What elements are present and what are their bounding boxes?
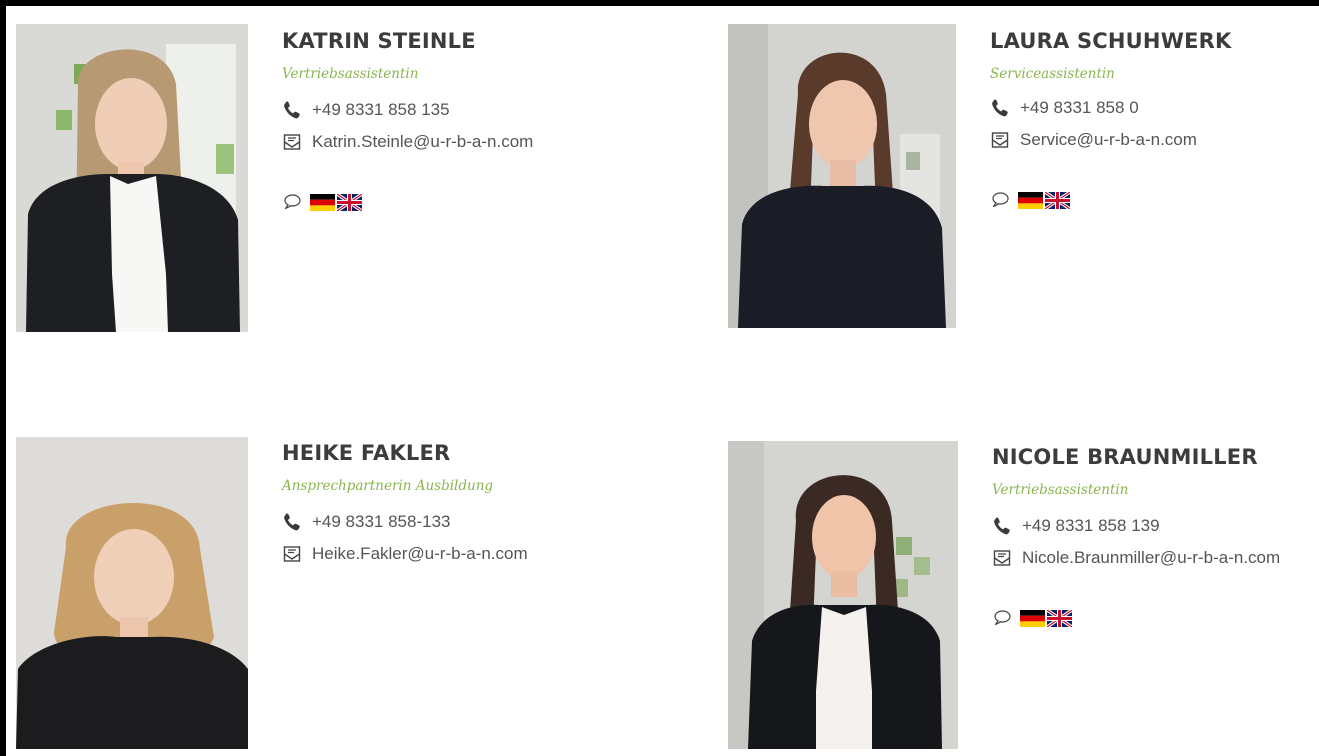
- speech-bubble-icon: [992, 608, 1012, 628]
- team-member-role: Vertriebsassistentin: [992, 482, 1129, 498]
- team-member-name: LAURA SCHUHWERK: [990, 29, 1232, 53]
- team-page: KATRIN STEINLE Vertriebsassistentin +49 …: [6, 6, 1319, 756]
- email-address[interactable]: Heike.Fakler@u-r-b-a-n.com: [312, 544, 528, 564]
- phone-icon: [990, 98, 1010, 118]
- uk-flag-icon: [337, 194, 362, 211]
- phone-number[interactable]: +49 8331 858 135: [312, 100, 450, 120]
- email-address[interactable]: Katrin.Steinle@u-r-b-a-n.com: [312, 132, 533, 152]
- team-member-role: Ansprechpartnerin Ausbildung: [282, 478, 494, 494]
- team-member-name: HEIKE FAKLER: [282, 441, 451, 465]
- envelope-icon: [282, 544, 302, 564]
- language-list: [992, 608, 1280, 628]
- phone-row[interactable]: +49 8331 858 0: [990, 98, 1231, 118]
- team-member-photo: [16, 24, 248, 332]
- envelope-icon: [992, 548, 1012, 568]
- german-flag-icon: [310, 194, 335, 211]
- speech-bubble-icon: [990, 190, 1010, 210]
- email-row[interactable]: Heike.Fakler@u-r-b-a-n.com: [282, 544, 528, 564]
- envelope-icon: [990, 130, 1010, 150]
- phone-number[interactable]: +49 8331 858 0: [1020, 98, 1139, 118]
- language-list: [282, 192, 533, 212]
- phone-icon: [282, 100, 302, 120]
- german-flag-icon: [1018, 192, 1043, 209]
- email-row[interactable]: Nicole.Braunmiller@u-r-b-a-n.com: [992, 548, 1280, 568]
- german-flag-icon: [1020, 610, 1045, 627]
- team-member-photo: [16, 437, 248, 749]
- team-member-role: Vertriebsassistentin: [282, 66, 419, 82]
- team-member-name: NICOLE BRAUNMILLER: [992, 445, 1258, 469]
- phone-number[interactable]: +49 8331 858-133: [312, 512, 451, 532]
- team-member-photo: [728, 24, 956, 328]
- team-member-photo: [728, 441, 958, 749]
- team-member-info: HEIKE FAKLER Ansprechpartnerin Ausbildun…: [282, 441, 528, 564]
- uk-flag-icon: [1047, 610, 1072, 627]
- email-address[interactable]: Nicole.Braunmiller@u-r-b-a-n.com: [1022, 548, 1280, 568]
- team-member-role: Serviceassistentin: [990, 66, 1115, 82]
- uk-flag-icon: [1045, 192, 1070, 209]
- speech-bubble-icon: [282, 192, 302, 212]
- email-row[interactable]: Service@u-r-b-a-n.com: [990, 130, 1231, 150]
- team-member-info: NICOLE BRAUNMILLER Vertriebsassistentin …: [992, 445, 1280, 628]
- team-member-name: KATRIN STEINLE: [282, 29, 476, 53]
- team-member-info: KATRIN STEINLE Vertriebsassistentin +49 …: [282, 29, 533, 212]
- phone-row[interactable]: +49 8331 858 139: [992, 516, 1280, 536]
- email-address[interactable]: Service@u-r-b-a-n.com: [1020, 130, 1197, 150]
- phone-icon: [282, 512, 302, 532]
- phone-icon: [992, 516, 1012, 536]
- phone-row[interactable]: +49 8331 858 135: [282, 100, 533, 120]
- phone-row[interactable]: +49 8331 858-133: [282, 512, 528, 532]
- envelope-icon: [282, 132, 302, 152]
- team-member-info: LAURA SCHUHWERK Serviceassistentin +49 8…: [990, 29, 1231, 210]
- phone-number[interactable]: +49 8331 858 139: [1022, 516, 1160, 536]
- language-list: [990, 190, 1231, 210]
- email-row[interactable]: Katrin.Steinle@u-r-b-a-n.com: [282, 132, 533, 152]
